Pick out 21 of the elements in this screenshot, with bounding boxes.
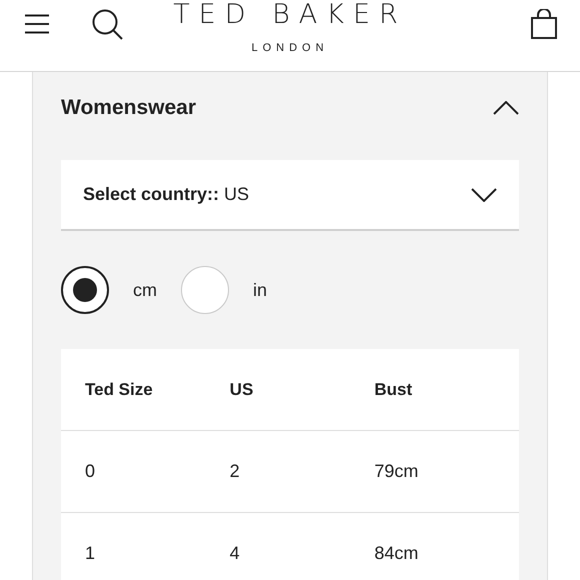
search-icon[interactable] <box>92 9 124 40</box>
shopping-bag-icon[interactable] <box>531 9 557 39</box>
column-header: Bust <box>374 378 414 401</box>
table-cell-text: 4 <box>230 542 241 565</box>
column-header: US <box>230 378 254 401</box>
country-select[interactable]: Select country:: US <box>61 160 519 231</box>
menu-icon[interactable] <box>24 14 50 34</box>
radio-button[interactable] <box>61 266 109 314</box>
table-cell-text: 1 <box>85 542 96 565</box>
brand-subtitle: LONDON <box>251 41 329 56</box>
table-cell-text: 2 <box>230 460 241 483</box>
unit-label: cm <box>133 278 157 302</box>
table-cell-text: 0 <box>85 460 96 483</box>
table-cell-text: 84cm <box>374 542 420 565</box>
section-title: Womenswear <box>61 95 196 122</box>
chevron-up-icon[interactable] <box>493 100 519 115</box>
unit-label: in <box>253 278 268 302</box>
column-header: Ted Size <box>85 378 154 401</box>
brand-logo-text[interactable]: TED BAKER <box>173 0 407 28</box>
chevron-down-icon <box>471 188 497 202</box>
table-cell-text: 79cm <box>374 460 420 483</box>
